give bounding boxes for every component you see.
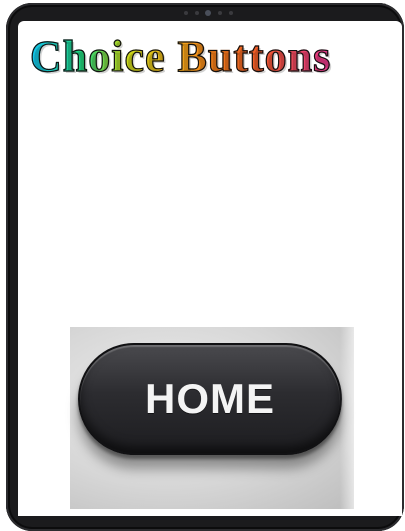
- tablet-screen: Choice Buttons HOME: [18, 21, 402, 516]
- sensor-dot: [218, 11, 222, 15]
- page-title: Choice Buttons: [29, 27, 400, 87]
- image-edge-fade: [340, 327, 354, 509]
- home-button[interactable]: HOME: [78, 343, 342, 455]
- sensor-dot: [184, 11, 188, 15]
- front-camera-bar: [178, 10, 238, 17]
- home-button-image: HOME: [70, 327, 354, 509]
- camera-lens-icon: [205, 10, 211, 16]
- sensor-dot: [229, 11, 233, 15]
- home-button-label: HOME: [145, 375, 275, 422]
- sensor-dot: [195, 11, 199, 15]
